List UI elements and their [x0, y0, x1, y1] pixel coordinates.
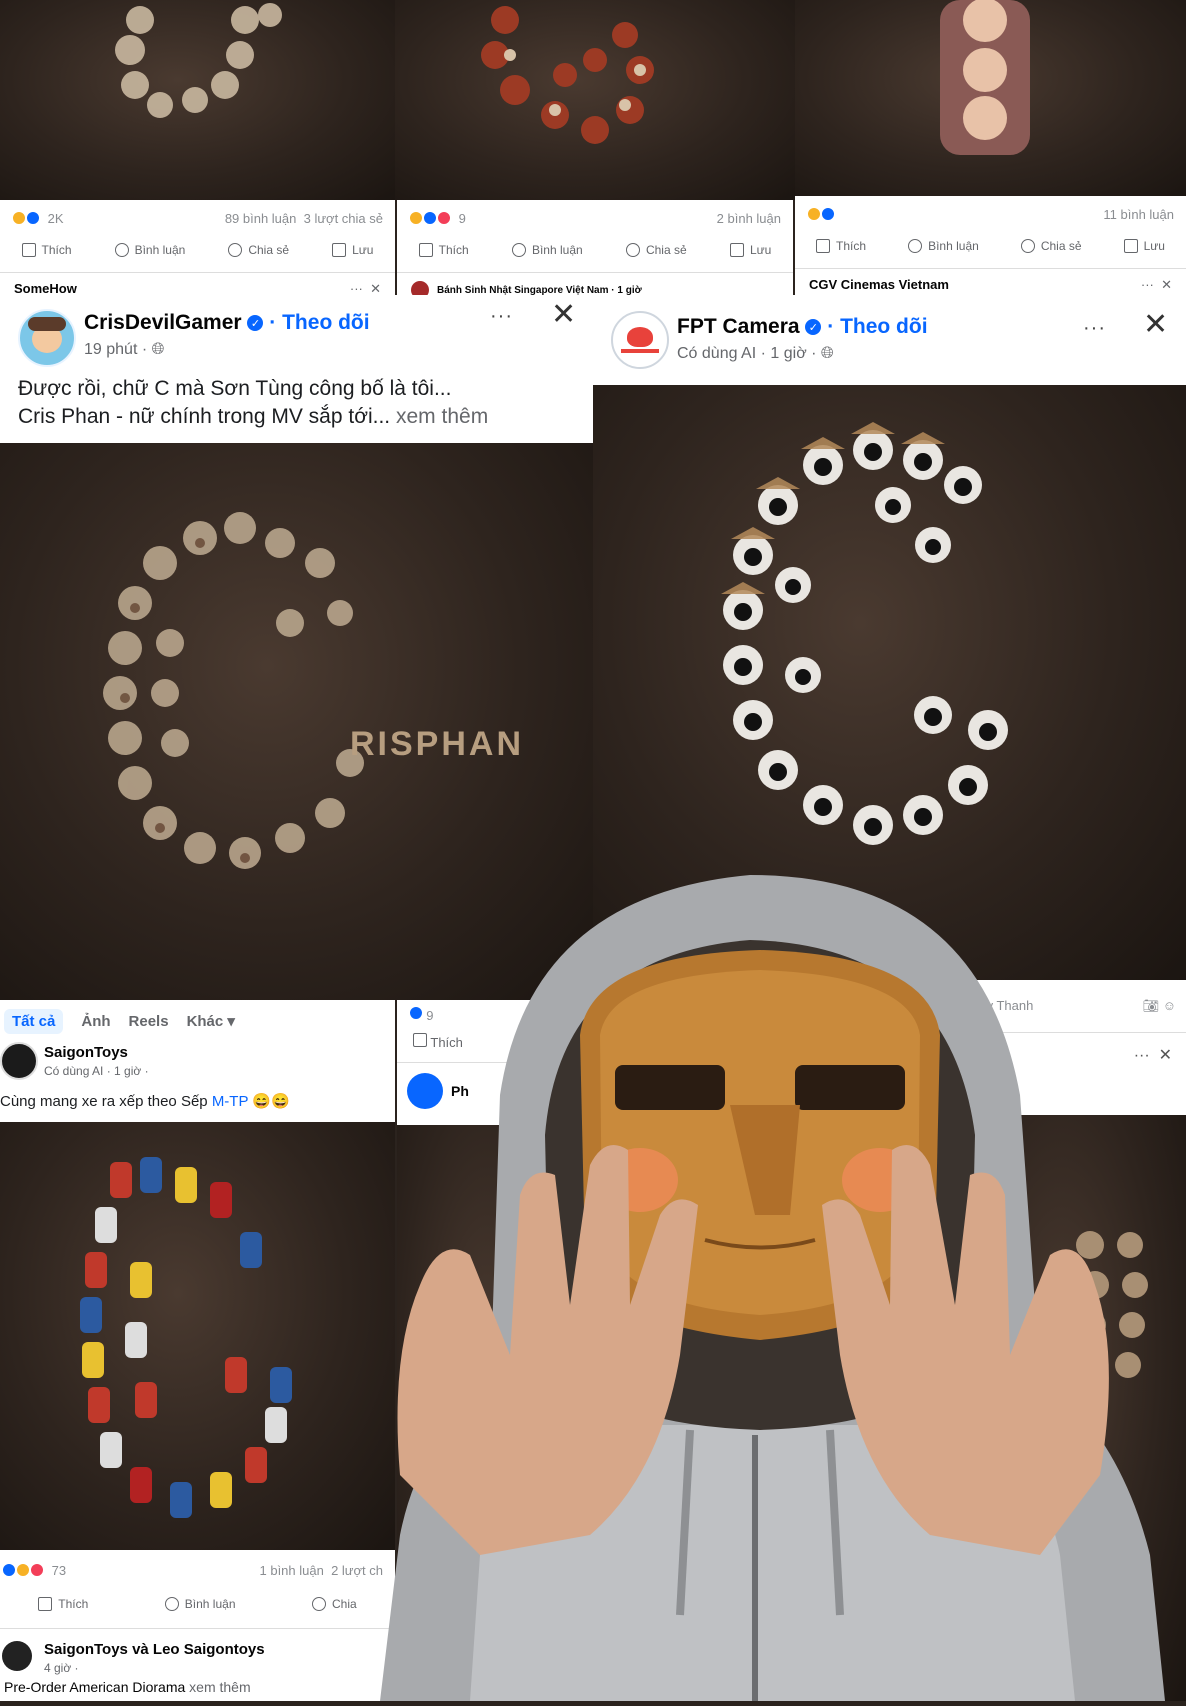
globe-icon: 🌐︎	[151, 341, 165, 358]
more-options-button[interactable]: ···	[1083, 317, 1106, 340]
next-post-text: Pre-Order American Diorama	[4, 1679, 186, 1695]
post-author[interactable]: FPT Camera	[677, 315, 800, 338]
post-text-2: Cris Phan - nữ chính trong MV sắp tới...	[18, 405, 391, 428]
emoji-icon: 😄😄	[252, 1093, 290, 1110]
see-more-link[interactable]: xem thêm	[189, 1679, 250, 1695]
top-photo-2	[395, 0, 795, 200]
post-time[interactable]: 19 phút ·	[84, 341, 147, 358]
faces-letter-graphic	[940, 0, 1030, 155]
post-time[interactable]: Có dùng AI · 1 giờ ·	[677, 345, 816, 362]
avatar[interactable]	[0, 1042, 38, 1080]
comment-icon	[908, 239, 923, 253]
avatar[interactable]	[2, 1641, 32, 1671]
thumbs-up-icon	[38, 1597, 53, 1611]
comment-count[interactable]: 2 bình luận	[717, 211, 781, 226]
reaction-summary[interactable]: 73	[2, 1563, 66, 1578]
next-post-author[interactable]: SomeHow	[14, 281, 77, 295]
top-card-2: 9 2 bình luận Thích Bình luận Chia sẻ Lư…	[397, 200, 793, 295]
close-button[interactable]: ✕	[551, 297, 576, 332]
verified-badge-icon: ✓	[805, 319, 822, 336]
comment-button[interactable]: Bình luận	[908, 239, 979, 253]
saigontoys-footer: 73 1 bình luận 2 lượt ch Thích Bình luận…	[0, 1550, 395, 1701]
next-post-time[interactable]: 4 giờ ·	[44, 1661, 79, 1675]
image-caption-text: RISPHAN	[350, 725, 524, 763]
close-button[interactable]: ✕	[1143, 307, 1168, 342]
globe-icon: 🌐︎	[820, 345, 834, 362]
save-button[interactable]: Lưu	[729, 243, 771, 257]
post-time[interactable]: Có dùng AI · 1 giờ ·	[44, 1064, 149, 1078]
top-photo-1	[0, 0, 395, 200]
skull-letter-graphic	[115, 3, 282, 118]
post-header-cris: CrisDevilGamer ✓ · Theo dõi 19 phút · 🌐︎…	[0, 295, 593, 443]
share-icon	[312, 1597, 327, 1611]
thumbs-up-icon	[816, 239, 831, 253]
next-post-author[interactable]: SaigonToys và Leo Saigontoys	[44, 1641, 265, 1658]
share-count[interactable]: 3 lượt chia sẻ	[304, 211, 383, 226]
avatar[interactable]	[18, 309, 76, 367]
presenter-overlay	[360, 835, 1180, 1701]
post-saigontoys: Tất cả Ảnh Reels Khác ▾ SaigonToys Có dù…	[0, 1000, 395, 1122]
like-button[interactable]: Thích	[418, 243, 469, 257]
save-button[interactable]: Lưu	[332, 243, 373, 257]
follow-button[interactable]: Theo dõi	[282, 311, 370, 334]
comment-button[interactable]: Bình luận	[164, 1597, 236, 1611]
share-icon	[228, 243, 243, 257]
comment-button[interactable]: Bình luận	[511, 243, 583, 257]
thumbs-up-icon	[418, 243, 433, 257]
tab-reels[interactable]: Reels	[129, 1013, 169, 1030]
post-author[interactable]: CrisDevilGamer	[84, 311, 242, 334]
share-icon	[625, 243, 640, 257]
like-button[interactable]: Thích	[21, 243, 72, 257]
tab-photos[interactable]: Ảnh	[81, 1013, 110, 1030]
post-text: Được rồi, chữ C mà Sơn Tùng công bố là t…	[18, 377, 452, 400]
more-options-button[interactable]: ···	[490, 305, 513, 328]
next-post-author[interactable]: Bánh Sinh Nhật Singapore Việt Nam · 1 gi…	[437, 285, 642, 296]
reaction-summary[interactable]	[807, 207, 835, 221]
post-text: Cùng mang xe ra xếp theo Sếp	[0, 1093, 208, 1110]
share-button[interactable]: Chia sẻ	[625, 243, 687, 257]
like-button[interactable]: Thích	[38, 1597, 88, 1611]
top-card-1: 2K 89 bình luận 3 lượt chia sẻ Thích Bìn…	[0, 200, 395, 295]
page-avatar[interactable]	[411, 281, 429, 295]
top-card-3: 11 bình luận Thích Bình luận Chia sẻ Lưu…	[795, 196, 1186, 295]
dolls-letter-graphic	[481, 6, 654, 144]
share-button[interactable]: Chia sẻ	[1020, 239, 1082, 253]
like-button[interactable]: Thích	[816, 239, 866, 253]
verified-badge-icon: ✓	[247, 315, 264, 332]
next-post-author[interactable]: CGV Cinemas Vietnam	[809, 277, 949, 293]
masked-person-graphic	[380, 875, 1165, 1701]
see-more-link[interactable]: xem thêm	[396, 405, 488, 428]
post-image-saigontoys[interactable]	[0, 1122, 395, 1550]
comment-count[interactable]: 1 bình luận	[260, 1563, 324, 1578]
save-button[interactable]: Lưu	[1123, 239, 1165, 253]
share-button[interactable]: Chia	[312, 1597, 357, 1611]
reaction-summary[interactable]: 9	[409, 211, 466, 226]
avatar[interactable]	[611, 311, 669, 369]
share-icon	[1020, 239, 1035, 253]
mention-link[interactable]: M-TP	[212, 1093, 248, 1110]
post-author[interactable]: SaigonToys	[44, 1044, 128, 1061]
bookmark-icon	[332, 243, 347, 257]
bookmark-icon	[1123, 239, 1138, 253]
bookmark-icon	[729, 243, 744, 257]
comment-button[interactable]: Bình luận	[114, 243, 185, 257]
follow-button[interactable]: Theo dõi	[840, 315, 928, 338]
post-header-fpt: FPT Camera ✓ · Theo dõi Có dùng AI · 1 g…	[593, 295, 1186, 385]
comment-icon	[164, 1597, 179, 1611]
top-photo-3	[795, 0, 1186, 196]
tab-all[interactable]: Tất cả	[4, 1008, 64, 1034]
tab-more[interactable]: Khác ▾	[187, 1012, 235, 1030]
comment-count[interactable]: 89 bình luận	[225, 211, 297, 226]
share-button[interactable]: Chia sẻ	[228, 243, 289, 257]
cars-letter-g-graphic	[80, 1157, 292, 1518]
reaction-summary[interactable]: 2K	[12, 211, 64, 226]
comment-icon	[114, 243, 129, 257]
thumbs-up-icon	[21, 243, 36, 257]
comment-count[interactable]: 11 bình luận	[1103, 207, 1174, 222]
comment-icon	[511, 243, 526, 257]
